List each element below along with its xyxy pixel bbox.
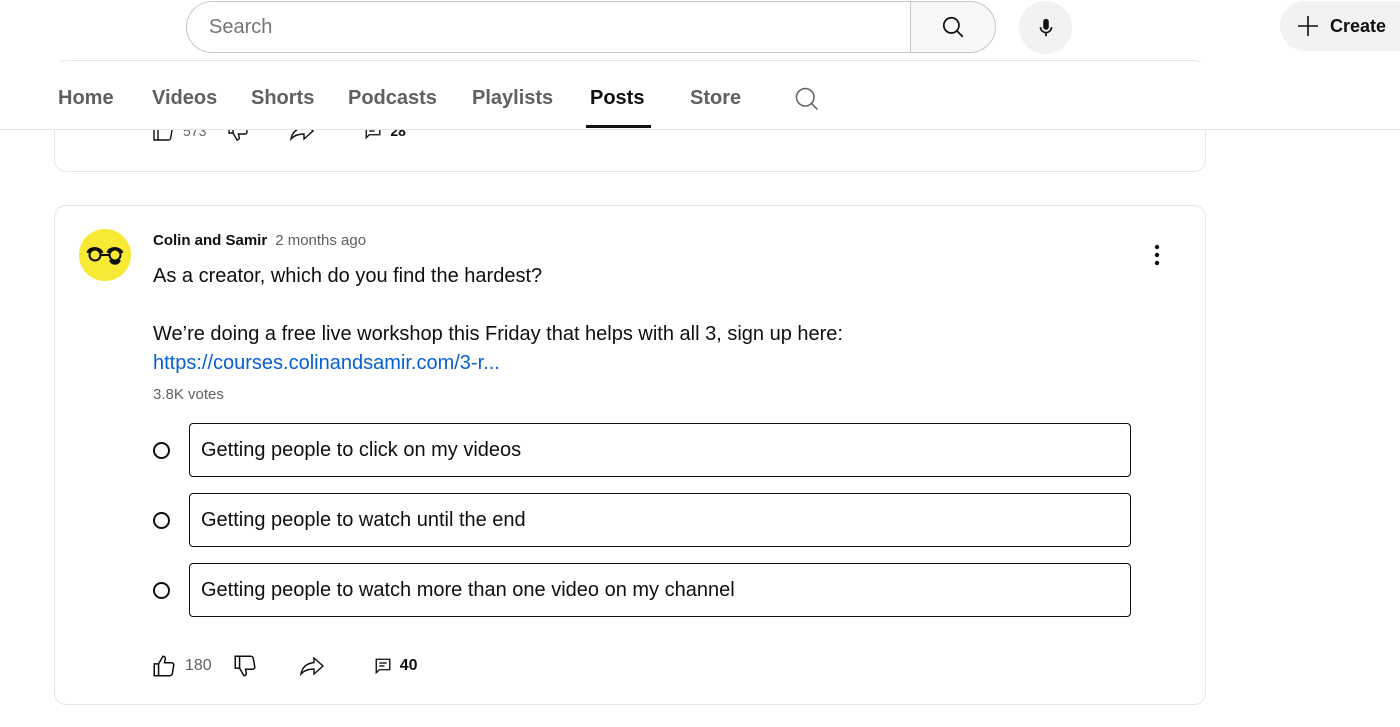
dislike-icon (234, 655, 256, 677)
poll-option-label[interactable]: Getting people to click on my videos (189, 423, 1131, 477)
poll-option-label[interactable]: Getting people to watch until the end (189, 493, 1131, 547)
tab-videos[interactable]: Videos (152, 87, 217, 110)
post-text: As a creator, which do you find the hard… (153, 262, 1153, 378)
post-line-2: We’re doing a free live workshop this Fr… (153, 323, 843, 345)
channel-search-button[interactable] (793, 85, 821, 118)
tab-home[interactable]: Home (58, 87, 114, 110)
post-card: Colin and Samir 2 months ago As a creato… (54, 205, 1206, 705)
dislike-button[interactable] (232, 653, 258, 679)
post-time[interactable]: 2 months ago (275, 232, 366, 249)
poll-option[interactable]: Getting people to watch more than one vi… (153, 563, 1131, 617)
like-count: 180 (185, 657, 212, 674)
like-button[interactable]: 180 (151, 653, 212, 679)
microphone-icon (1039, 18, 1052, 36)
share-button[interactable] (298, 654, 326, 678)
voice-search-button[interactable] (1019, 1, 1072, 54)
comments-button[interactable]: 40 (374, 657, 418, 675)
like-icon (153, 655, 175, 677)
tab-playlists[interactable]: Playlists (472, 87, 553, 110)
search-button[interactable] (910, 1, 996, 53)
channel-logo-icon (86, 247, 124, 265)
create-button[interactable]: Create (1280, 1, 1400, 51)
poll-option[interactable]: Getting people to click on my videos (153, 423, 1131, 477)
post-line-1: As a creator, which do you find the hard… (153, 265, 543, 287)
search-input[interactable] (209, 15, 910, 39)
search-icon (795, 87, 819, 111)
tab-posts[interactable]: Posts (590, 87, 644, 110)
poll-radio[interactable] (153, 512, 170, 529)
post-header: Colin and Samir 2 months ago (153, 232, 366, 249)
share-icon (299, 656, 324, 677)
more-vertical-icon (1154, 244, 1160, 266)
tab-podcasts[interactable]: Podcasts (348, 87, 437, 110)
post-author[interactable]: Colin and Samir (153, 232, 267, 249)
post-actions: 180 40 (151, 652, 418, 680)
poll-radio[interactable] (153, 582, 170, 599)
post-link[interactable]: https://courses.colinandsamir.com/3-r... (153, 352, 500, 374)
poll-vote-count: 3.8K votes (153, 386, 224, 403)
create-label: Create (1330, 15, 1387, 36)
comment-count: 40 (399, 657, 418, 674)
avatar[interactable] (79, 229, 131, 281)
comment-icon (375, 658, 391, 675)
plus-icon (1298, 16, 1318, 36)
poll-radio[interactable] (153, 442, 170, 459)
active-tab-indicator (586, 125, 651, 128)
search-box[interactable] (186, 1, 910, 53)
poll-option[interactable]: Getting people to watch until the end (153, 493, 1131, 547)
search-icon (942, 16, 964, 38)
tab-shorts[interactable]: Shorts (251, 87, 314, 110)
tab-store[interactable]: Store (690, 87, 741, 110)
channel-tabs: Home Videos Shorts Podcasts Playlists Po… (0, 62, 1400, 130)
poll-option-label[interactable]: Getting people to watch more than one vi… (189, 563, 1131, 617)
